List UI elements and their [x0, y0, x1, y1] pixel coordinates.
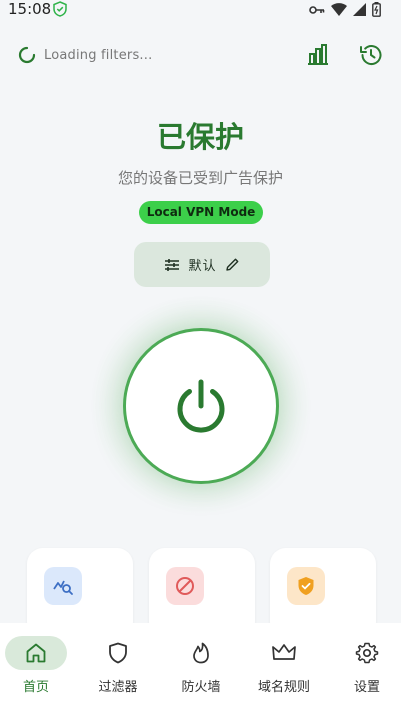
power-icon [177, 379, 225, 433]
spinner-icon [18, 46, 36, 64]
protection-status-title: 已保护 [156, 120, 244, 154]
nav-item-domain-rules[interactable]: 域名规则 [244, 623, 324, 706]
statistics-button[interactable] [305, 42, 331, 68]
nav-label: 域名规则 [257, 680, 310, 695]
nav-item-home[interactable]: 首页 [0, 623, 76, 706]
shield-check-icon [298, 577, 314, 595]
nav-indicator [170, 636, 232, 670]
home-icon [26, 643, 46, 663]
chart-search-icon [53, 580, 73, 595]
nav-indicator [87, 636, 149, 670]
nav-indicator [5, 636, 67, 670]
crown-icon [272, 644, 296, 660]
signal-icon [353, 3, 366, 16]
loading-text: Loading filters... [44, 47, 153, 63]
nav-label: 设置 [353, 680, 380, 695]
nav-item-settings[interactable]: 设置 [327, 623, 401, 706]
battery-icon [372, 2, 381, 17]
nav-label: 防火墙 [181, 680, 221, 695]
flame-icon [193, 642, 209, 664]
edit-icon [225, 258, 238, 271]
nav-label: 过滤器 [98, 680, 138, 695]
nav-item-filters[interactable]: 过滤器 [78, 623, 158, 706]
wifi-icon [331, 3, 347, 16]
shield-check-icon [53, 1, 67, 17]
sliders-icon [165, 258, 180, 271]
nav-indicator [336, 636, 398, 670]
card-icon-container [44, 567, 82, 605]
shield-icon [109, 642, 127, 664]
nav-label: 首页 [22, 680, 49, 695]
gear-icon [355, 642, 379, 664]
protection-status-subtitle: 您的设备已受到广告保护 [117, 169, 283, 187]
status-bar: 15:08 [0, 0, 401, 20]
history-icon [360, 45, 382, 66]
vpn-key-icon [309, 5, 325, 14]
filter-profile-label: 默认 [188, 259, 217, 274]
bar-chart-icon [308, 44, 328, 65]
status-icons [309, 2, 381, 17]
nav-item-firewall[interactable]: 防火墙 [161, 623, 241, 706]
bottom-navigation: 首页 过滤器 防火墙 域名规则 设置 [0, 623, 401, 706]
power-toggle-button[interactable] [123, 328, 279, 484]
loading-indicator: Loading filters... [18, 46, 152, 64]
card-icon-container [166, 567, 204, 605]
status-time: 15:08 [8, 0, 52, 18]
block-icon [176, 577, 194, 595]
card-icon-container [287, 567, 325, 605]
history-button[interactable] [358, 42, 384, 68]
nav-indicator [253, 636, 315, 670]
vpn-mode-badge: Local VPN Mode [139, 201, 263, 224]
filter-profile-button[interactable]: 默认 [134, 242, 270, 287]
